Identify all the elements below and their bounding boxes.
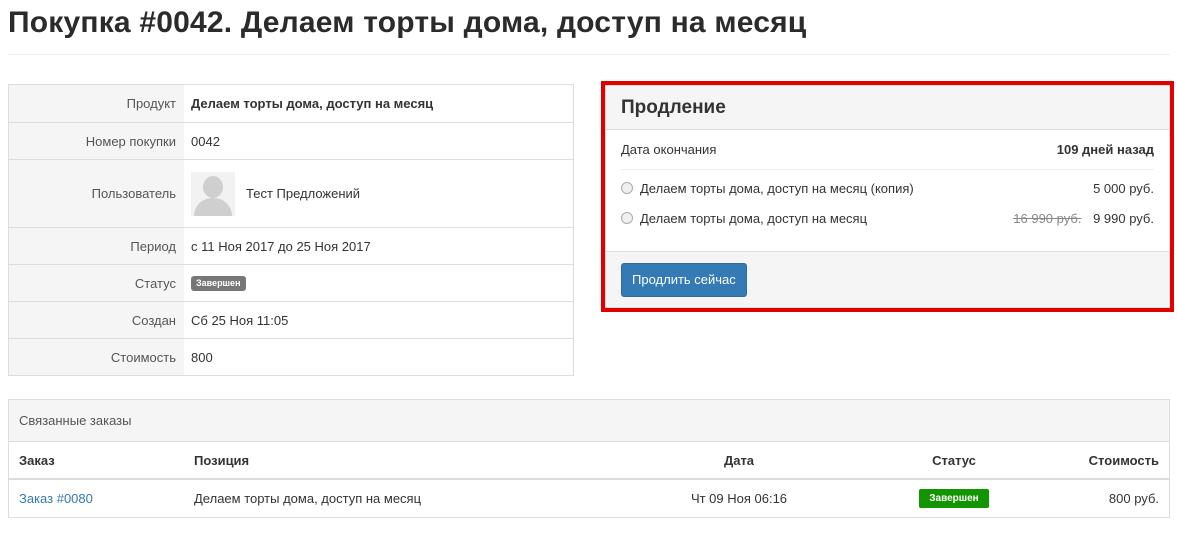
detail-label: Статус	[9, 265, 184, 301]
purchase-details-table: Продукт Делаем торты дома, доступ на мес…	[8, 84, 574, 376]
order-cost: 800 руб.	[1108, 490, 1159, 506]
detail-label: Стоимость	[9, 339, 184, 375]
detail-row-created: Создан Сб 25 Ноя 11:05	[9, 301, 573, 338]
radio-button[interactable]	[621, 182, 633, 194]
cost-value: 800	[191, 349, 213, 365]
user-name: Тест Предложений	[246, 186, 361, 201]
related-orders-panel: Связанные заказы Заказ Позиция Дата Стат…	[8, 399, 1170, 518]
detail-row-product: Продукт Делаем торты дома, доступ на мес…	[9, 85, 573, 122]
purchase-number-value: 0042	[191, 133, 220, 149]
page-title: Покупка #0042. Делаем торты дома, доступ…	[8, 6, 807, 39]
detail-row-user: Пользователь Тест Предложений	[9, 159, 573, 227]
renewal-option-label: Делаем торты дома, доступ на месяц (копи…	[640, 180, 914, 196]
table-row: Заказ #0080 Делаем торты дома, доступ на…	[9, 479, 1169, 516]
order-date: Чт 09 Ноя 06:16	[690, 490, 788, 506]
renewal-option-old-price: 16 990 руб.	[1013, 210, 1082, 226]
detail-row-number: Номер покупки 0042	[9, 122, 573, 159]
detail-label: Период	[9, 228, 184, 264]
orders-table: Заказ Позиция Дата Статус Стоимость Зака…	[9, 442, 1169, 516]
renew-now-button[interactable]: Продлить сейчас	[621, 262, 747, 297]
detail-row-period: Период с 11 Ноя 2017 до 25 Ноя 2017	[9, 227, 573, 264]
related-orders-title: Связанные заказы	[9, 400, 1169, 442]
detail-label: Создан	[9, 302, 184, 338]
column-header: Дата	[614, 442, 864, 480]
detail-label: Номер покупки	[9, 123, 184, 159]
radio-button[interactable]	[621, 212, 633, 224]
user-avatar-icon	[191, 171, 235, 216]
column-header: Статус	[864, 442, 1044, 480]
renewal-end-date-row: Дата окончания 109 дней назад	[621, 130, 1154, 170]
order-position: Делаем торты дома, доступ на месяц	[194, 490, 422, 506]
created-value: Сб 25 Ноя 11:05	[191, 312, 289, 328]
status-badge: Завершен	[191, 275, 246, 291]
renewal-option-price: 5 000 руб.	[1093, 180, 1154, 196]
order-link[interactable]: Заказ #0080	[19, 491, 93, 506]
renewal-option-label: Делаем торты дома, доступ на месяц	[640, 210, 868, 226]
renewal-option[interactable]: Делаем торты дома, доступ на месяц (копи…	[621, 173, 1154, 203]
period-value: с 11 Ноя 2017 до 25 Ноя 2017	[191, 238, 371, 254]
status-badge: Завершен	[919, 488, 989, 508]
detail-label: Продукт	[9, 85, 184, 122]
renewal-panel: Продление Дата окончания 109 дней назад …	[605, 85, 1170, 308]
detail-label: Пользователь	[9, 160, 184, 227]
end-date-value: 109 дней назад	[1056, 142, 1154, 157]
renewal-footer: Продлить сейчас	[606, 251, 1169, 307]
end-date-label: Дата окончания	[621, 142, 717, 157]
column-header: Заказ	[9, 442, 184, 480]
orders-header-row: Заказ Позиция Дата Статус Стоимость	[9, 442, 1169, 480]
renewal-option-price: 9 990 руб.	[1093, 210, 1154, 226]
detail-row-cost: Стоимость 800	[9, 338, 573, 375]
product-value: Делаем торты дома, доступ на месяц	[191, 96, 434, 111]
user-value: Тест Предложений	[184, 160, 573, 227]
column-header: Стоимость	[1044, 442, 1169, 480]
renewal-highlight-frame: Продление Дата окончания 109 дней назад …	[601, 81, 1174, 312]
column-header: Позиция	[184, 442, 614, 480]
detail-row-status: Статус Завершен	[9, 264, 573, 301]
renewal-option[interactable]: Делаем торты дома, доступ на месяц 16 99…	[621, 203, 1154, 233]
renewal-title: Продление	[606, 86, 1169, 130]
title-divider	[8, 54, 1170, 55]
